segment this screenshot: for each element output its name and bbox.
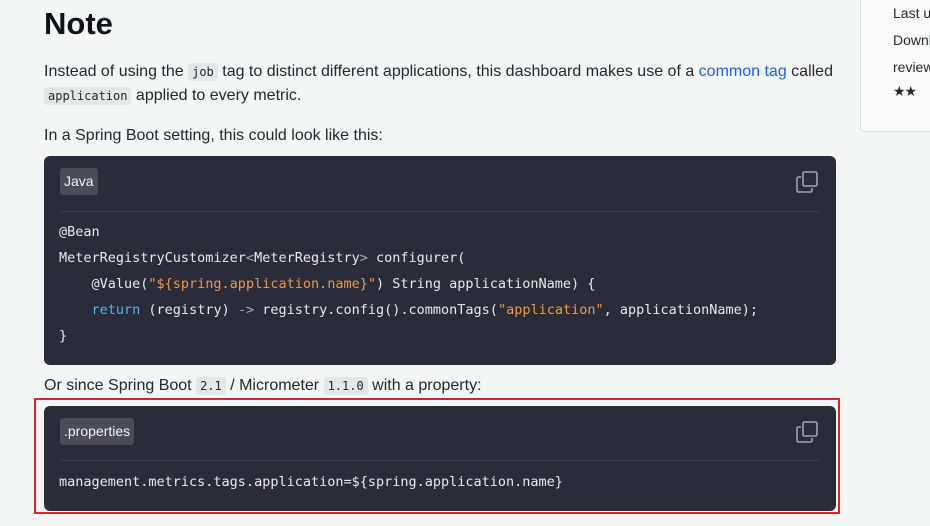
divider [60, 211, 820, 212]
text: Instead of using the [44, 63, 189, 80]
spring-boot-paragraph: In a Spring Boot setting, this could loo… [44, 127, 383, 144]
common-tag-link[interactable]: common tag [699, 63, 787, 80]
text: tag to distinct different applications, … [217, 63, 699, 80]
page-title: Note [44, 6, 113, 41]
inline-code-version: 2.1 [196, 377, 226, 395]
downloads-label: Downl [893, 32, 930, 48]
reviews-label: review [893, 59, 930, 75]
highlight-box [34, 398, 840, 514]
inline-code-job: job [188, 63, 218, 81]
micrometer-paragraph: Or since Spring Boot 2.1 / Micrometer 1.… [44, 374, 482, 398]
inline-code-application: application [44, 87, 132, 105]
inline-code-micrometer-version: 1.1.0 [323, 377, 368, 395]
text: applied to every metric. [131, 87, 302, 104]
code-content: @Bean MeterRegistryCustomizer<MeterRegis… [59, 224, 759, 344]
java-code-block: Java @Bean MeterRegistryCustomizer<Meter… [44, 156, 836, 365]
text: Or since Spring Boot [44, 377, 197, 394]
text: called [786, 63, 833, 80]
text: / Micrometer [225, 377, 324, 394]
intro-paragraph: Instead of using the job tag to distinct… [44, 60, 834, 108]
last-updated-label: Last u [893, 5, 930, 21]
language-label: Java [60, 168, 98, 195]
copy-icon[interactable] [795, 170, 819, 194]
text: with a property: [367, 377, 482, 394]
star-rating-icon: ★★ [893, 83, 917, 99]
sidebar-card: Last u Downl review ★★ [860, 0, 930, 132]
